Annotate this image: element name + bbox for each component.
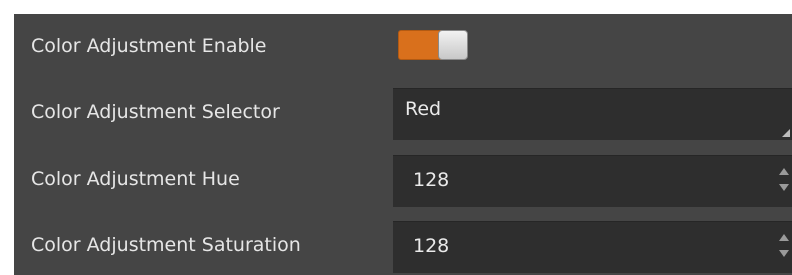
- color-adjustment-enable-toggle[interactable]: [398, 30, 468, 60]
- down-arrow-icon[interactable]: [779, 250, 789, 257]
- saturation-value: 128: [413, 235, 450, 257]
- down-arrow-icon[interactable]: [779, 184, 789, 191]
- up-arrow-icon[interactable]: [779, 234, 789, 241]
- color-adjustment-enable-label: Color Adjustment Enable: [31, 35, 267, 57]
- toggle-knob[interactable]: [438, 30, 468, 60]
- dropdown-corner-icon: [782, 129, 790, 137]
- color-adjustment-selector-dropdown[interactable]: Red: [393, 88, 792, 140]
- color-adjustment-selector-label: Color Adjustment Selector: [31, 101, 280, 123]
- row-color-adjustment-saturation: Color Adjustment Saturation 128: [14, 217, 792, 273]
- hue-spinner: [778, 166, 790, 198]
- hue-value: 128: [413, 169, 450, 191]
- color-adjustment-properties-panel: Color Adjustment Enable Color Adjustment…: [14, 14, 792, 275]
- color-adjustment-saturation-label: Color Adjustment Saturation: [31, 234, 301, 256]
- row-color-adjustment-selector: Color Adjustment Selector Red: [14, 84, 792, 140]
- row-color-adjustment-enable: Color Adjustment Enable: [14, 18, 792, 74]
- up-arrow-icon[interactable]: [779, 168, 789, 175]
- color-adjustment-hue-input[interactable]: 128: [393, 155, 792, 207]
- color-adjustment-saturation-input[interactable]: 128: [393, 221, 792, 273]
- selector-value: Red: [405, 98, 442, 120]
- row-color-adjustment-hue: Color Adjustment Hue 128: [14, 151, 792, 207]
- saturation-spinner: [778, 232, 790, 264]
- color-adjustment-hue-label: Color Adjustment Hue: [31, 168, 240, 190]
